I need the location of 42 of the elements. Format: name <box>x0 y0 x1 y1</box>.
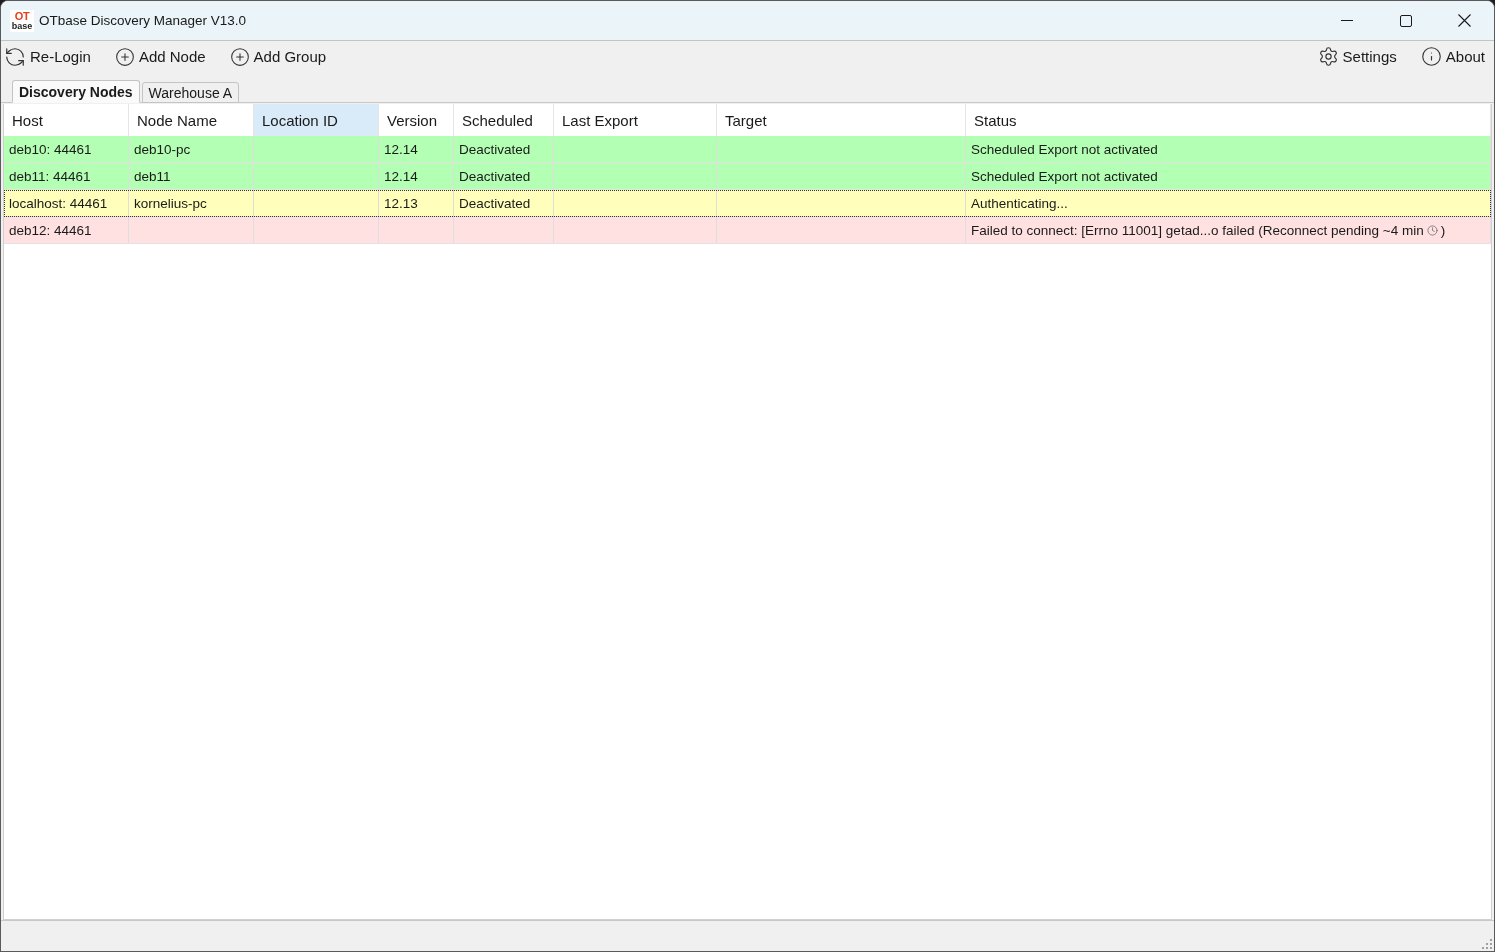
close-icon <box>1458 14 1471 27</box>
settings-icon <box>1317 46 1339 67</box>
refresh-icon <box>4 45 26 68</box>
table-cell: 12.14 <box>379 136 454 162</box>
minimize-icon <box>1340 20 1353 21</box>
column-header[interactable]: Location ID <box>254 104 379 136</box>
table-row[interactable]: deb10: 44461 deb10-pc 12.14 Deactivated Scheduled Export not activated <box>4 136 1491 163</box>
table-cell: deb10-pc <box>129 136 254 162</box>
plus-circle-icon <box>114 46 135 67</box>
table-cell: deb11 <box>129 163 254 189</box>
table-cell: 12.14 <box>379 163 454 189</box>
status-text: Failed to connect: [Errno 11001] getad...o failed (Reconnect pending ~4 min <box>971 222 1424 238</box>
tab[interactable]: Discovery Nodes <box>12 80 140 103</box>
toolbar-button[interactable]: Settings <box>1317 46 1397 67</box>
table-cell: Deactivated <box>454 190 554 216</box>
toolbar-button[interactable]: About <box>1420 46 1485 67</box>
toolbar-button[interactable]: Add Group <box>229 46 327 67</box>
table-cell: deb12: 44461 <box>4 217 129 243</box>
clock-icon <box>1426 224 1438 236</box>
table-cell: Scheduled Export not activated <box>966 136 1491 162</box>
toolbar-button[interactable]: Re-Login <box>4 45 91 68</box>
table-row[interactable]: localhost: 44461 kornelius-pc 12.13 Deactivated Authenticating... <box>4 190 1491 217</box>
window-title: OTbase Discovery Manager V13.0 <box>39 13 247 28</box>
resize-grip-icon <box>1482 939 1492 949</box>
plus-circle-icon <box>229 46 250 67</box>
parenthesis-text: ) <box>1440 222 1446 238</box>
table-cell: localhost: 44461 <box>4 190 129 216</box>
maximize-icon <box>1399 14 1412 27</box>
table-cell: 12.13 <box>379 190 454 216</box>
toolbar-button[interactable]: Add Node <box>114 46 206 67</box>
table-cell: Deactivated <box>454 163 554 189</box>
table-cell: kornelius-pc <box>129 190 254 216</box>
table-cell: Authenticating... <box>966 190 1491 216</box>
table-row[interactable]: deb12: 44461 Failed to connect: [Errno 11001] getad...o failed (Reconnect pending ~4 min ) <box>4 217 1491 244</box>
table-cell: deb11: 44461 <box>4 163 129 189</box>
table-cell: Deactivated <box>454 136 554 162</box>
info-icon <box>1420 46 1442 67</box>
table-row[interactable]: deb11: 44461 deb11 12.14 Deactivated Scheduled Export not activated <box>4 163 1491 190</box>
table-cell: Scheduled Export not activated <box>966 163 1491 189</box>
tab[interactable]: Warehouse A <box>141 82 240 103</box>
app-logo: OT base <box>10 9 34 32</box>
table-cell: deb10: 44461 <box>4 136 129 162</box>
